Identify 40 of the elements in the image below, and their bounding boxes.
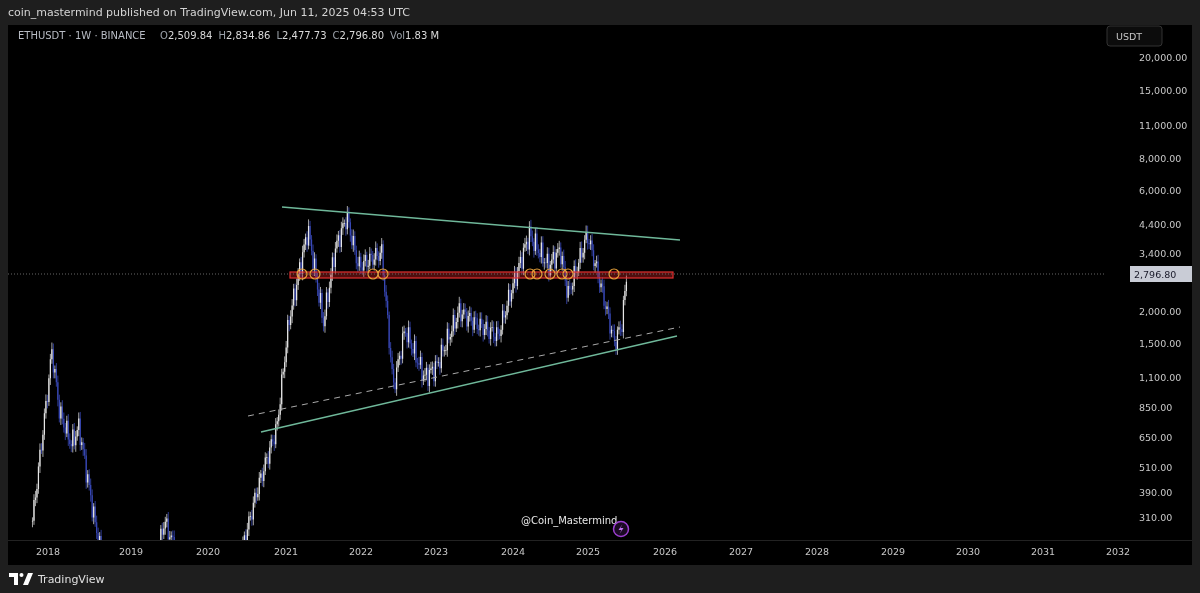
price-axis-label: 310.00 xyxy=(1139,512,1173,523)
time-axis-label: 2028 xyxy=(804,546,830,557)
time-axis-label: 2018 xyxy=(35,546,61,557)
symbol-legend: ETHUSDT · 1W · BINANCE xyxy=(18,30,146,41)
time-axis-label: 2021 xyxy=(273,546,299,557)
time-axis-label: 2024 xyxy=(500,546,526,557)
price-axis-label: 1,100.00 xyxy=(1139,372,1182,383)
brand-name: TradingView xyxy=(38,572,105,586)
price-axis-label: 8,000.00 xyxy=(1139,153,1182,164)
price-axis-label: 4,400.00 xyxy=(1139,219,1182,230)
price-axis-label: 6,000.00 xyxy=(1139,185,1182,196)
price-axis-label: 3,400.00 xyxy=(1139,248,1182,259)
currency-button[interactable] xyxy=(1106,25,1163,47)
price-axis-label: 510.00 xyxy=(1139,462,1173,473)
time-axis-label: 2026 xyxy=(652,546,678,557)
price-axis-label: 1,500.00 xyxy=(1139,338,1182,349)
time-axis-label: 2027 xyxy=(728,546,754,557)
time-axis-label: 2020 xyxy=(195,546,221,557)
time-axis-label: 2031 xyxy=(1030,546,1056,557)
time-axis-label: 2019 xyxy=(118,546,144,557)
author-signature: @Coin_Mastermind xyxy=(521,515,618,526)
time-axis-label: 2025 xyxy=(575,546,601,557)
time-axis-label: 2029 xyxy=(880,546,906,557)
price-axis-label: 390.00 xyxy=(1139,487,1173,498)
ohlc-legend: O2,509.84 H2,834.86 L2,477.73 C2,796.80 Vol1.83 M xyxy=(160,30,440,41)
price-axis-label: 650.00 xyxy=(1139,432,1173,443)
price-axis-label: 11,000.00 xyxy=(1139,120,1188,131)
price-axis-label: 20,000.00 xyxy=(1139,52,1188,63)
logo-icon xyxy=(9,573,33,585)
time-axis-label: 2022 xyxy=(348,546,374,557)
currency-label: USDT xyxy=(1116,31,1143,42)
last-price-tag xyxy=(1130,266,1192,282)
publish-info: coin_mastermind published on TradingView.com, Jun 11, 2025 04:53 UTC xyxy=(7,5,411,21)
last-price-label: 2,796.80 xyxy=(1134,269,1177,280)
price-axis-label: 2,000.00 xyxy=(1139,306,1182,317)
time-axis-label: 2023 xyxy=(423,546,449,557)
price-axis-label: 15,000.00 xyxy=(1139,85,1188,96)
time-axis-label: 2030 xyxy=(955,546,981,557)
time-axis-label: 2032 xyxy=(1105,546,1131,557)
price-axis-label: 850.00 xyxy=(1139,402,1173,413)
